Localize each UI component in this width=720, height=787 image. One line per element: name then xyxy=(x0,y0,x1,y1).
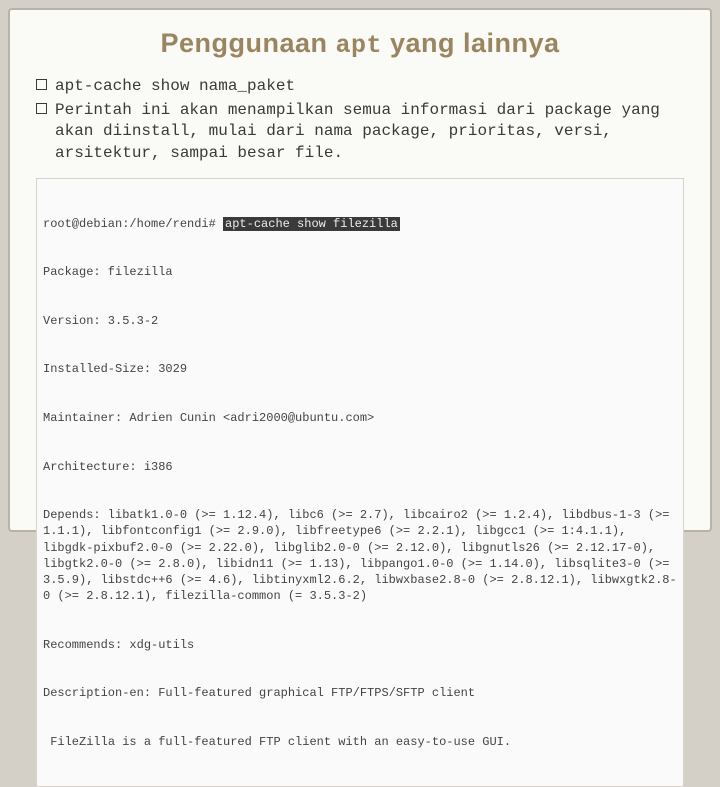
terminal-line: Maintainer: Adrien Cunin <adri2000@ubunt… xyxy=(43,410,677,426)
bullet-marker-icon xyxy=(36,103,47,114)
bullet-text: apt-cache show nama_paket xyxy=(55,76,684,98)
bullet-item: apt-cache show nama_paket xyxy=(36,76,684,98)
terminal-command: apt-cache show filezilla xyxy=(223,217,400,231)
bullet-list: apt-cache show nama_paket Perintah ini a… xyxy=(36,76,684,164)
terminal-line: Installed-Size: 3029 xyxy=(43,361,677,377)
slide: Penggunaan apt yang lainnya apt-cache sh… xyxy=(8,8,712,532)
bullet-marker-icon xyxy=(36,79,47,90)
title-post: yang lainnya xyxy=(382,28,560,58)
title-mono: apt xyxy=(335,31,382,60)
terminal-line: Recommends: xdg-utils xyxy=(43,637,677,653)
bullet-item: Perintah ini akan menampilkan semua info… xyxy=(36,100,684,165)
terminal-line: Package: filezilla xyxy=(43,264,677,280)
bullet-text: Perintah ini akan menampilkan semua info… xyxy=(55,100,684,165)
terminal-line: Architecture: i386 xyxy=(43,459,677,475)
terminal-output: root@debian:/home/rendi# apt-cache show … xyxy=(36,178,684,787)
terminal-line: Depends: libatk1.0-0 (>= 1.12.4), libc6 … xyxy=(43,507,677,604)
slide-title: Penggunaan apt yang lainnya xyxy=(36,28,684,60)
terminal-prompt: root@debian:/home/rendi# xyxy=(43,217,223,231)
terminal-line: FileZilla is a full-featured FTP client … xyxy=(43,734,677,750)
terminal-line: Description-en: Full-featured graphical … xyxy=(43,685,677,701)
title-pre: Penggunaan xyxy=(160,28,335,58)
terminal-line: Version: 3.5.3-2 xyxy=(43,313,677,329)
terminal-prompt-line: root@debian:/home/rendi# apt-cache show … xyxy=(43,216,677,232)
